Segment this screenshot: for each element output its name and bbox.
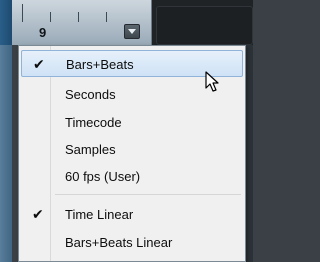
checkmark-icon: ✔ (33, 56, 45, 72)
ruler-tick (22, 4, 23, 22)
menu-item-label: Samples (65, 142, 116, 157)
menu-item-samples[interactable]: Samples (21, 136, 243, 163)
menu-item-label: Seconds (65, 87, 116, 102)
ruler-tick (50, 12, 51, 22)
checkmark-icon: ✔ (32, 206, 44, 222)
menu-item-time-linear[interactable]: ✔ Time Linear (21, 201, 243, 228)
mouse-pointer-icon (205, 71, 219, 92)
ruler-bar: 9 (0, 0, 253, 45)
menu-item-timecode[interactable]: Timecode (21, 109, 243, 136)
menu-item-label: Time Linear (65, 207, 134, 222)
menu-item-label: Bars+Beats Linear (65, 235, 173, 250)
menu-item-label: Timecode (65, 115, 122, 130)
ruler-tick (106, 12, 107, 22)
menu-item-label: Bars+Beats (66, 57, 134, 72)
menu-item-label: 60 fps (User) (65, 169, 141, 184)
track-color-strip-lower (0, 45, 12, 262)
track-color-strip (0, 0, 12, 45)
chevron-down-icon (128, 29, 136, 34)
ruler-tick (78, 12, 79, 22)
ruler-format-dropdown[interactable] (124, 24, 140, 39)
ruler-bar-number: 9 (39, 25, 47, 40)
menu-item-bars-beats-linear[interactable]: Bars+Beats Linear (21, 229, 243, 256)
menu-item-60fps-user[interactable]: 60 fps (User) (21, 163, 243, 190)
background-panel (246, 45, 253, 262)
ruler-side-panel (156, 6, 253, 45)
menu-separator (55, 194, 241, 195)
